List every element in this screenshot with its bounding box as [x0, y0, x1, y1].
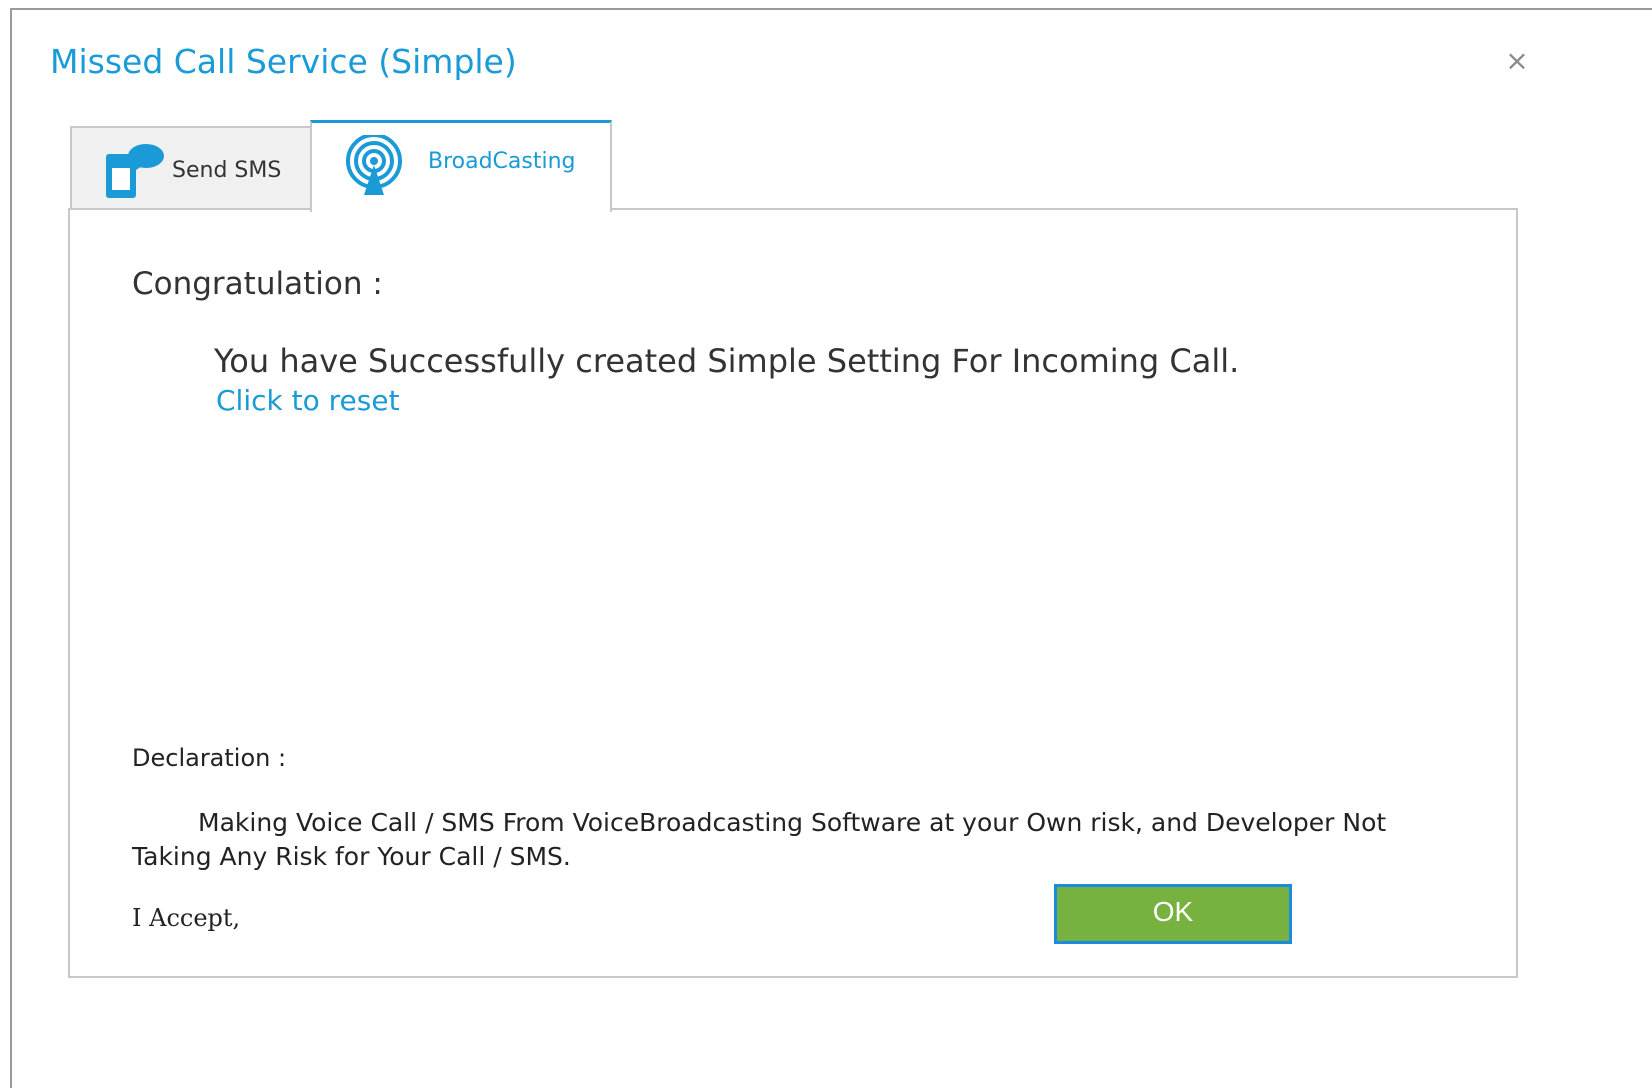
declaration-title: Declaration :: [132, 744, 287, 772]
content-panel: Congratulation : You have Successfully c…: [68, 208, 1518, 978]
tab-send-sms[interactable]: Send SMS: [70, 126, 312, 210]
tab-broadcasting[interactable]: BroadCasting: [310, 120, 612, 212]
phone-chat-icon: [106, 144, 164, 198]
tab-send-sms-label: Send SMS: [172, 158, 282, 183]
close-icon[interactable]: ×: [1502, 46, 1532, 76]
tab-broadcasting-label: BroadCasting: [428, 149, 576, 174]
congratulation-heading: Congratulation :: [132, 266, 383, 302]
broadcast-icon: [346, 135, 402, 195]
accept-label: I Accept,: [132, 904, 241, 932]
reset-link[interactable]: Click to reset: [216, 384, 400, 417]
ok-button[interactable]: OK: [1054, 884, 1292, 944]
dialog-title: Missed Call Service (Simple): [50, 42, 517, 81]
success-message: You have Successfully created Simple Set…: [214, 342, 1240, 380]
dialog-window: Missed Call Service (Simple) × Send SMS …: [10, 8, 1652, 1088]
declaration-text: Making Voice Call / SMS From VoiceBroadc…: [132, 808, 1387, 871]
